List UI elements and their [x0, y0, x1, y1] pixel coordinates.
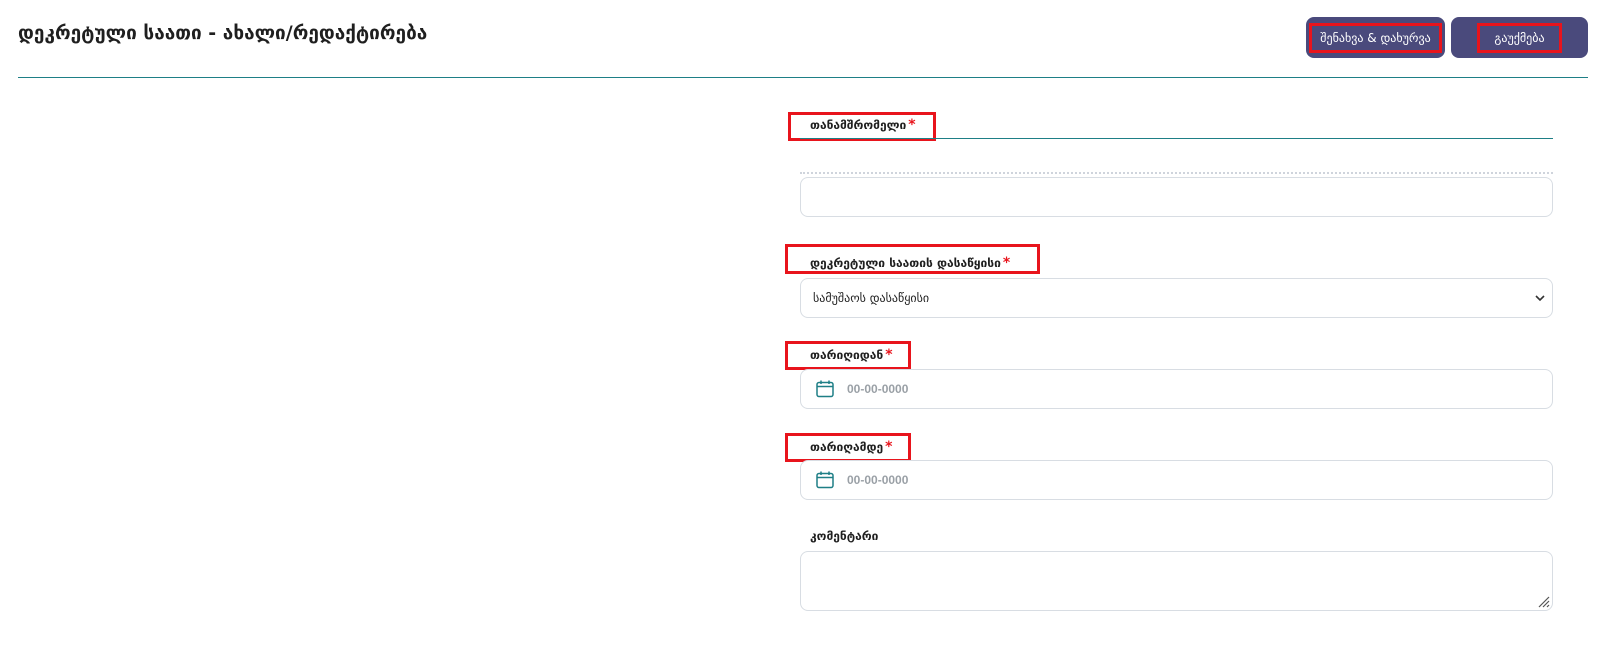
start-hours-select[interactable]: სამუშაოს დასაწყისი: [800, 278, 1553, 318]
employee-label-text: თანამშრომელი: [810, 118, 907, 132]
start-hours-label: დეკრეტული საათის დასაწყისი *: [810, 255, 1010, 271]
calendar-icon[interactable]: [815, 470, 835, 490]
date-to-label: თარიღამდე *: [810, 439, 892, 455]
date-from-label: თარიღიდან *: [810, 347, 893, 363]
employee-required-mark: *: [908, 117, 916, 133]
date-to-required-mark: *: [885, 439, 893, 455]
date-to-label-text: თარიღამდე: [810, 440, 884, 454]
employee-underline: [800, 138, 1553, 139]
page-title: დეკრეტული საათი - ახალი/რედაქტირება: [18, 22, 428, 44]
comment-textarea[interactable]: [800, 551, 1553, 611]
decree-hours-form: თანამშრომელი * დეკრეტული საათის დასაწყისი…: [785, 0, 1553, 648]
date-to-placeholder: 00-00-0000: [847, 473, 909, 487]
employee-label: თანამშრომელი *: [810, 117, 916, 133]
start-hours-required-mark: *: [1002, 255, 1011, 271]
date-from-required-mark: *: [885, 347, 893, 363]
start-hours-selected-value: სამუშაოს დასაწყისი: [813, 291, 930, 305]
employee-input[interactable]: [800, 177, 1553, 217]
chevron-down-icon: [1534, 292, 1546, 304]
comment-label: კომენტარი: [810, 529, 879, 543]
date-from-label-text: თარიღიდან: [810, 348, 884, 362]
page: დეკრეტული საათი - ახალი/რედაქტირება შენა…: [0, 0, 1601, 648]
resize-handle-icon[interactable]: [1536, 594, 1550, 608]
start-hours-label-text: დეკრეტული საათის დასაწყისი: [810, 256, 1001, 270]
employee-dropdown-divider: [800, 172, 1553, 174]
calendar-icon[interactable]: [815, 379, 835, 399]
date-from-placeholder: 00-00-0000: [847, 382, 909, 396]
date-to-input[interactable]: 00-00-0000: [800, 460, 1553, 500]
date-from-input[interactable]: 00-00-0000: [800, 369, 1553, 409]
